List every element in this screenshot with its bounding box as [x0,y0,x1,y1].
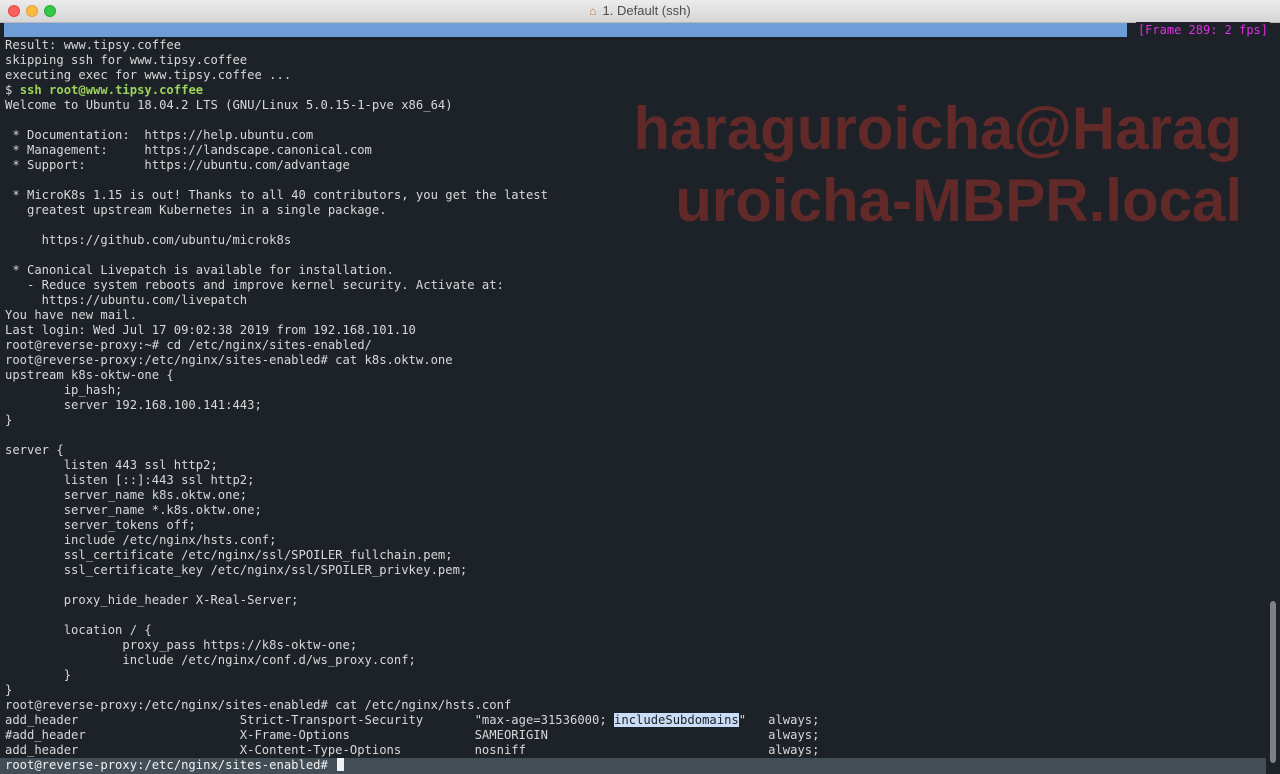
frame-progress-fill [4,23,1127,37]
terminal-line: server_name *.k8s.oktw.one; [5,503,262,517]
terminal-line: include /etc/nginx/hsts.conf; [5,533,277,547]
scrollbar-thumb[interactable] [1270,600,1276,763]
terminal-line: $ ssh root@www.tipsy.coffee [5,83,203,98]
terminal-line: ip_hash; [5,383,123,397]
selected-text[interactable]: includeSubdomains [614,713,739,727]
text-cursor [337,758,345,771]
terminal-line: skipping ssh for www.tipsy.coffee [5,53,248,67]
line-text: " always; [738,713,820,727]
terminal-line: root@reverse-proxy:/etc/nginx/sites-enab… [5,698,512,712]
hostname-watermark-line1: haraguroicha@Harag [633,95,1242,162]
terminal-line: server 192.168.100.141:443; [5,398,262,412]
terminal-line: proxy_pass https://k8s-oktw-one; [5,638,358,652]
terminal-line: server_name k8s.oktw.one; [5,488,248,502]
frame-rate-label: [Frame 289: 2 fps] [1135,22,1270,38]
terminal-scrollbar[interactable] [1266,38,1280,774]
terminal-line: * Documentation: https://help.ubuntu.com [5,128,314,142]
window-title: 1. Default (ssh) [602,3,691,18]
terminal-line: https://github.com/ubuntu/microk8s [5,233,292,247]
terminal-line: } [5,683,13,697]
terminal-line: Welcome to Ubuntu 18.04.2 LTS (GNU/Linux… [5,98,453,112]
terminal-line: server { [5,443,64,457]
terminal-line: executing exec for www.tipsy.coffee ... [5,68,292,82]
terminal-line: ssl_certificate_key /etc/nginx/ssl/SPOIL… [5,563,468,577]
terminal-line: * Canonical Livepatch is available for i… [5,263,394,277]
terminal-prompt-line[interactable]: root@reverse-proxy:/etc/nginx/sites-enab… [0,758,1266,774]
terminal-line: server_tokens off; [5,518,196,532]
terminal-line: * Support: https://ubuntu.com/advantage [5,158,350,172]
terminal-line: location / { [5,623,152,637]
line-text: add_header Strict-Transport-Security "ma… [5,713,615,727]
hostname-watermark-line2: uroicha-MBPR.local [675,167,1242,234]
dollar-prompt: $ [5,83,20,97]
terminal-line: } [5,413,13,427]
terminal-line: You have new mail. [5,308,138,322]
terminal-line: - Reduce system reboots and improve kern… [5,278,504,292]
terminal-line: https://ubuntu.com/livepatch [5,293,248,307]
shell-prompt: root@reverse-proxy:/etc/nginx/sites-enab… [5,758,336,772]
terminal-line: ssl_certificate /etc/nginx/ssl/SPOILER_f… [5,548,453,562]
terminal-line: root@reverse-proxy:~# cd /etc/nginx/site… [5,338,372,352]
terminal-line: listen 443 ssl http2; [5,458,218,472]
terminal-line: listen [::]:443 ssl http2; [5,473,255,487]
terminal-line: add_header Strict-Transport-Security "ma… [5,713,819,728]
terminal-line: greatest upstream Kubernetes in a single… [5,203,387,217]
home-icon: ⌂ [589,4,597,18]
terminal-line: * MicroK8s 1.15 is out! Thanks to all 40… [5,188,548,202]
terminal-line: * Management: https://landscape.canonica… [5,143,372,157]
terminal-line: #add_header X-Frame-Options SAMEORIGIN a… [5,728,820,742]
terminal-output[interactable]: haraguroicha@Harag uroicha-MBPR.local Re… [0,38,1266,774]
terminal-line: include /etc/nginx/conf.d/ws_proxy.conf; [5,653,416,667]
terminal-line: } [5,668,72,682]
terminal-line: add_header X-Content-Type-Options nosnif… [5,743,820,757]
window-title-container: ⌂ 1. Default (ssh) [0,3,1280,18]
terminal-line: upstream k8s-oktw-one { [5,368,174,382]
terminal-line: Last login: Wed Jul 17 09:02:38 2019 fro… [5,323,416,337]
terminal-line: root@reverse-proxy:/etc/nginx/sites-enab… [5,353,453,367]
window-titlebar: ⌂ 1. Default (ssh) [0,0,1280,23]
terminal-line: proxy_hide_header X-Real-Server; [5,593,299,607]
ssh-command: ssh root@www.tipsy.coffee [19,83,204,97]
terminal-line: Result: www.tipsy.coffee [5,38,182,52]
frame-progress-bar [4,23,1270,37]
